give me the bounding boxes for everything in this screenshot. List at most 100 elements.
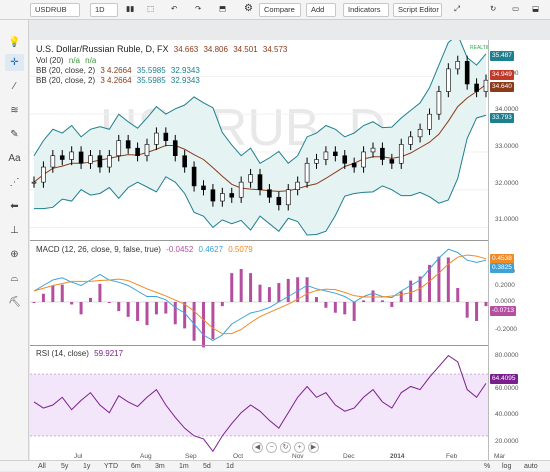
log-toggle[interactable]: log	[502, 461, 511, 472]
pattern-icon[interactable]: ⋰	[5, 174, 24, 191]
bb1-legend: BB (20, close, 2) 3 4.2664 35.5985 32.93…	[36, 66, 203, 75]
rsi-tick: 20.0000	[495, 438, 519, 445]
price-tick: 33.0000	[495, 143, 519, 150]
range-1d[interactable]: 1d	[226, 461, 234, 472]
candle-body	[220, 193, 225, 202]
macd-histogram-bar	[230, 273, 234, 302]
top-toolbar: USDRUB 1D ▮▮ ⬚ ↶ ↷ ⬒ ⚙ Compare Add Indic…	[0, 0, 550, 20]
macd-histogram-bar	[324, 302, 328, 308]
vol-val-1: n/a	[68, 56, 80, 65]
gear-icon[interactable]: ⚙	[240, 3, 257, 17]
bb-upper-badge: 35.487	[490, 51, 514, 61]
fullscreen-icon[interactable]: ⬓	[528, 3, 543, 17]
range-ytd[interactable]: YTD	[104, 461, 118, 472]
scroll-left-icon[interactable]: ◀	[252, 442, 263, 453]
scroll-right-icon[interactable]: ▶	[308, 442, 319, 453]
candle-body	[78, 151, 84, 164]
x-label: 2014	[390, 453, 405, 460]
text-icon[interactable]: Aa	[5, 150, 24, 167]
range-1m[interactable]: 1m	[179, 461, 189, 472]
zoom-icon[interactable]: ⊕	[5, 246, 24, 263]
candle-body	[417, 128, 423, 138]
macd-histogram-bar	[41, 293, 45, 302]
reset-icon[interactable]: ↻	[280, 442, 291, 453]
bb2-label: BB (20, close, 2)	[36, 76, 96, 85]
redo-icon[interactable]: ↷	[191, 3, 205, 17]
candle-body	[59, 155, 65, 160]
macd-histogram-bar	[107, 302, 111, 303]
pane-divider[interactable]	[30, 240, 550, 241]
chart-area[interactable]: USDRUB, DU.S. Dollar/Russian Ruble U.S. …	[30, 40, 550, 461]
candle-icon[interactable]: ⬚	[143, 3, 158, 17]
range-5d[interactable]: 5d	[203, 461, 211, 472]
macd-hist-val: -0.0452	[166, 245, 194, 254]
macd-histogram-bar	[173, 302, 177, 325]
macd-histogram-bar	[267, 287, 271, 302]
macd-histogram-bar	[154, 302, 158, 315]
trash-icon[interactable]: ⛏	[5, 294, 24, 311]
price-tick: 34.0000	[495, 106, 519, 113]
candle-body	[455, 61, 461, 70]
bar-style-icon[interactable]: ▮▮	[122, 3, 138, 17]
interval-select[interactable]: 1D	[90, 3, 118, 17]
zoom-out-icon[interactable]: −	[266, 442, 277, 453]
x-label: Jul	[74, 453, 83, 460]
range-6m[interactable]: 6m	[131, 461, 141, 472]
bb1-upper: 35.5985	[136, 66, 166, 75]
macd-tick: 0.0000	[495, 298, 515, 305]
lightbulb-icon[interactable]: 💡	[5, 34, 24, 51]
candle-body	[69, 151, 74, 160]
candle-body	[144, 144, 150, 157]
bb-lower-badge: 33.793	[490, 113, 514, 123]
range-1y[interactable]: 1y	[83, 461, 90, 472]
candle-body	[314, 159, 319, 164]
zoom-in-icon[interactable]: +	[294, 442, 305, 453]
candle-body	[464, 61, 470, 85]
bb-basis-badge: 34.640	[490, 82, 514, 92]
symbol-search-input[interactable]: USDRUB	[30, 3, 80, 17]
macd-histogram-bar	[136, 302, 140, 321]
macd-histogram-bar	[249, 273, 253, 302]
bb1-label: BB (20, close, 2)	[36, 66, 96, 75]
drawing-template-icon[interactable]: ⤢	[450, 3, 464, 17]
candle-body	[389, 159, 395, 164]
pane-divider[interactable]	[30, 345, 550, 346]
percent-toggle[interactable]: %	[484, 461, 490, 472]
auto-toggle[interactable]: auto	[524, 461, 538, 472]
range-bar: All 5y 1y YTD 6m 3m 1m 5d 1d % log auto	[0, 460, 550, 471]
brush-icon[interactable]: ✎	[5, 126, 24, 143]
undo-icon[interactable]: ↶	[167, 3, 181, 17]
price-axis[interactable]: 35.0000 34.0000 33.0000 32.0000 31.0000 …	[488, 40, 550, 460]
layout-icon[interactable]: ▭	[508, 3, 523, 17]
add-button[interactable]: Add	[306, 3, 336, 17]
candle-body	[238, 181, 244, 198]
arrow-icon[interactable]: ⬅	[5, 198, 24, 215]
macd-label: MACD (12, 26, close, 9, false, true)	[36, 245, 161, 254]
range-all[interactable]: All	[38, 461, 46, 472]
macd-histogram-bar	[343, 302, 347, 315]
range-5y[interactable]: 5y	[61, 461, 68, 472]
candle-body	[276, 196, 282, 206]
fib-icon[interactable]: ≋	[5, 102, 24, 119]
macd-histogram-bar	[409, 280, 413, 302]
compare-button[interactable]: Compare	[259, 3, 301, 17]
candle-body	[248, 174, 253, 183]
ohlc-low: 34.501	[233, 45, 258, 54]
vol-label: Vol (20)	[36, 56, 64, 65]
magnet-icon[interactable]: ⌓	[5, 270, 24, 287]
macd-signal-val: 0.5079	[228, 245, 253, 254]
refresh-icon[interactable]: ↻	[486, 3, 500, 17]
candle-body	[201, 185, 206, 190]
ohlc-open: 34.663	[173, 45, 199, 54]
script-editor-button[interactable]: Script Editor	[393, 3, 442, 17]
crosshair-icon[interactable]: ✛	[5, 54, 24, 71]
candle-body	[408, 136, 413, 145]
indicators-button[interactable]: Indicators	[343, 3, 389, 17]
rsi-tick: 80.0000	[495, 352, 519, 359]
save-icon[interactable]: ⬒	[215, 3, 230, 17]
trendline-icon[interactable]: ∕	[5, 78, 24, 95]
macd-histogram-bar	[286, 278, 290, 302]
range-3m[interactable]: 3m	[155, 461, 165, 472]
rsi-val: 59.9217	[94, 349, 124, 358]
measure-icon[interactable]: ⊥	[5, 222, 24, 239]
